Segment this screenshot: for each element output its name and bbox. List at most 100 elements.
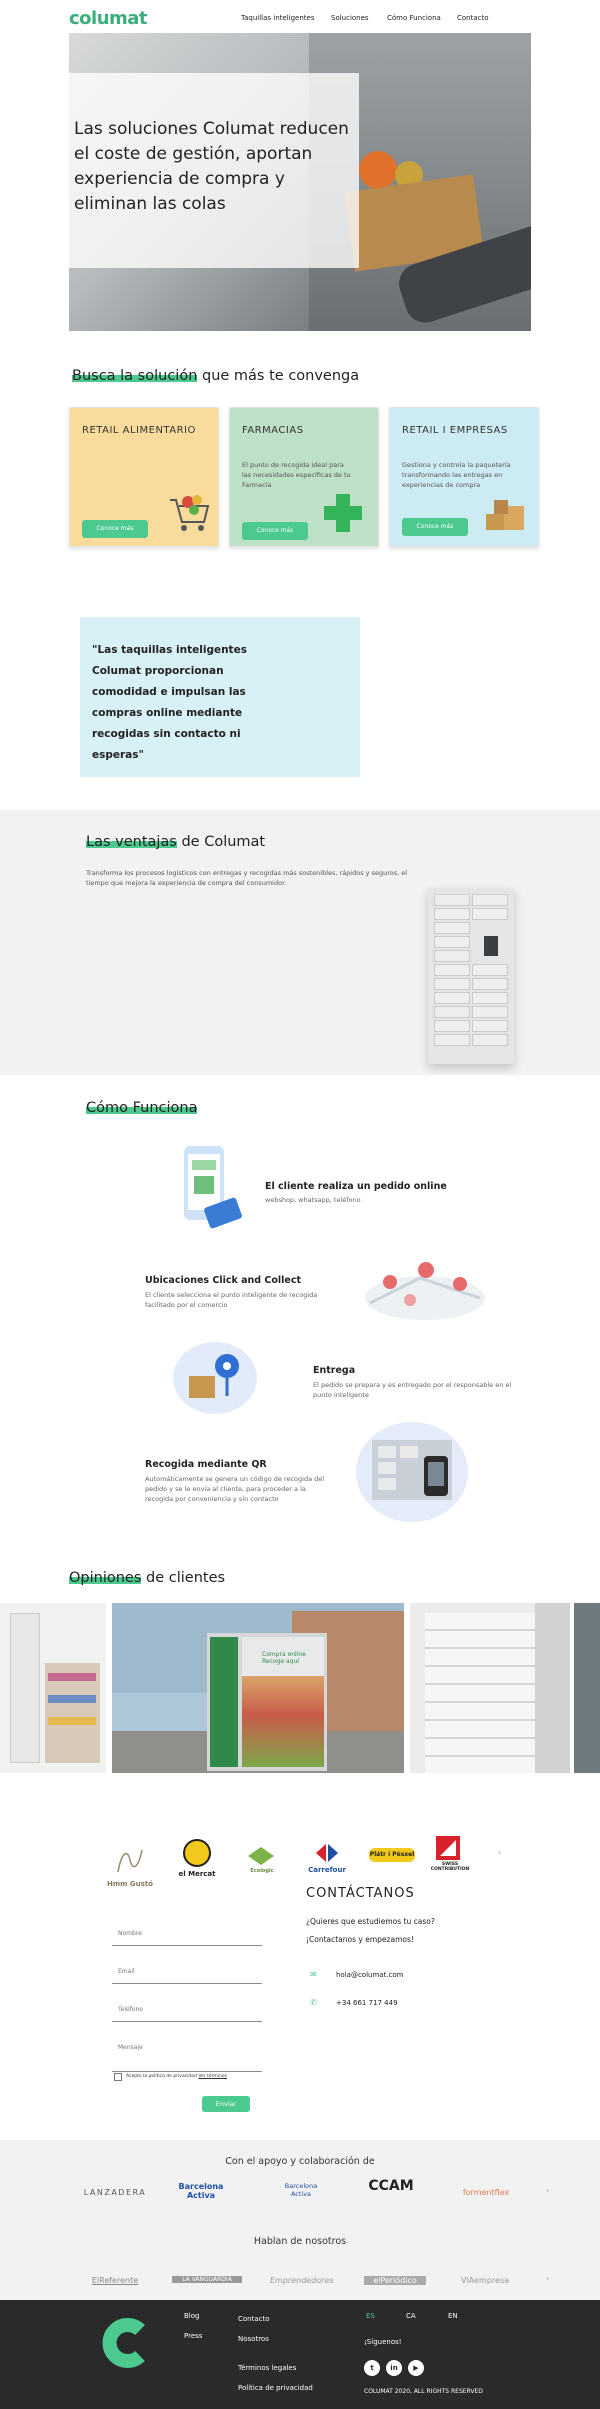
brand-carrefour-logo [316, 1844, 338, 1862]
footer-link-terminos[interactable]: Términos legales [238, 2364, 296, 2372]
twitter-icon[interactable]: t [364, 2360, 380, 2376]
support-section: Con el apoyo y colaboración de LANZADERA… [0, 2140, 600, 2300]
privacy-link[interactable]: Ver términos [198, 2074, 227, 2079]
privacy-text: Acepto la política de privacidad Ver tér… [126, 2074, 227, 2079]
locker-door [434, 964, 470, 976]
nav-contacto[interactable]: Contacto [457, 14, 489, 22]
send-button[interactable]: Enviar [202, 2096, 250, 2112]
quote-text: "Las taquillas inteligentes Columat prop… [92, 644, 247, 761]
nav-como-funciona[interactable]: Cómo Funciona [387, 14, 441, 22]
how-title-highlight: Cómo Funciona [86, 1100, 198, 1116]
locker-door [472, 908, 508, 920]
card-title: RETAIL ALIMENTARIO [82, 425, 196, 436]
card-retail-alimentario[interactable]: RETAIL ALIMENTARIO Conoce más [69, 407, 219, 547]
locker-door [472, 894, 508, 906]
lang-en[interactable]: EN [448, 2312, 458, 2320]
youtube-icon[interactable]: ▶ [408, 2360, 424, 2376]
lang-es[interactable]: ES [366, 2312, 375, 2320]
gallery-photo-pharmacy [0, 1603, 106, 1773]
card-farmacias[interactable]: FARMACIAS El punto de recogida ideal par… [229, 407, 379, 547]
follow-label: ¡Síguenos! [364, 2338, 402, 2346]
gallery-photo-partial [574, 1603, 600, 1773]
reviews-gallery[interactable]: Compra online Recoge aquí [0, 1603, 600, 1773]
card-title: FARMACIAS [242, 425, 304, 436]
pharmacy-cross-icon [324, 494, 362, 532]
footer-link-press[interactable]: Press [184, 2332, 202, 2340]
message-label: Mensaje [118, 2044, 143, 2051]
card-desc: Gestiona y controla la paquetería transf… [402, 461, 511, 489]
delivery-icon [173, 1342, 257, 1414]
support-logo: formentflex [462, 2188, 510, 2197]
step-desc: El cliente selecciona el punto inteligen… [145, 1291, 318, 1309]
step-desc: El pedido se prepara y es entregado por … [313, 1381, 512, 1399]
solutions-title: Busca la solución que más te convenga [72, 368, 359, 384]
site-header: columat Taquillas inteligentes Solucione… [0, 0, 600, 36]
press-logo: Emprendedores [270, 2276, 334, 2285]
locker-door [472, 1006, 508, 1018]
support-logo: LANZADERA [83, 2188, 147, 2197]
conoce-mas-button[interactable]: Conoce más [242, 522, 308, 540]
qr-pickup-icon [356, 1422, 468, 1522]
contact-sub-1: ¿Quieres que estudiemos tu caso? [306, 1917, 435, 1926]
message-field[interactable]: Mensaje [112, 2038, 262, 2072]
conoce-mas-button[interactable]: Conoce más [82, 520, 148, 538]
copyright: COLUMAT 2020, ALL RIGHTS RESERVED [364, 2388, 483, 2395]
press-logo: LA VANGUARDIA [172, 2276, 242, 2283]
contact-sub-2: ¡Contactanos y empezamos! [306, 1935, 414, 1944]
solutions-title-rest: que más te convenga [197, 368, 360, 384]
footer-link-blog[interactable]: Blog [184, 2312, 199, 2320]
card-desc: El punto de recogida ideal para las nece… [242, 461, 351, 489]
contact-email[interactable]: hola@columat.com [336, 1971, 404, 1979]
locker-door [434, 1034, 470, 1046]
press-logo: elPeriódico [364, 2276, 426, 2285]
press-title: Hablan de nosotros [253, 2236, 347, 2247]
footer-link-contacto[interactable]: Contacto [238, 2315, 270, 2323]
locker-door [434, 894, 470, 906]
phone-label: Teléfono [118, 2006, 143, 2013]
carousel-next-icon[interactable]: › [498, 1848, 501, 1857]
email-field[interactable]: Email [112, 1962, 262, 1984]
step-title: Ubicaciones Click and Collect [145, 1275, 302, 1286]
locker-door [434, 1020, 470, 1032]
solutions-title-highlight: Busca la solución [72, 368, 198, 384]
support-carousel-next-icon[interactable]: › [546, 2186, 549, 2195]
parcels-icon [486, 500, 524, 530]
locker-screen-text: Compra online Recoge aquí [262, 1651, 306, 1665]
nav-taquillas[interactable]: Taquillas inteligentes [241, 14, 315, 22]
press-logo: VIAempresa [460, 2276, 510, 2285]
brand-name: el Mercat [178, 1870, 216, 1878]
advantages-title-highlight: Las ventajas [86, 834, 177, 850]
brand-name: Carrefour [308, 1866, 346, 1874]
privacy-checkbox[interactable] [114, 2073, 122, 2081]
phone-field[interactable]: Teléfono [112, 2000, 262, 2022]
advantages-title-rest: de Columat [176, 834, 266, 850]
advantages-desc: Transforma los procesos logísticos con e… [86, 869, 408, 887]
locker-door [472, 1020, 508, 1032]
step-title: Recogida mediante QR [145, 1459, 267, 1470]
footer-link-nosotros[interactable]: Nosotros [238, 2335, 269, 2343]
columat-logo[interactable]: columat [69, 8, 148, 29]
step-title: El cliente realiza un pedido online [265, 1181, 447, 1192]
email-label: Email [118, 1968, 135, 1975]
brand-ecologic-logo [248, 1847, 274, 1865]
card-retail-empresas[interactable]: RETAIL I EMPRESAS Gestiona y controla la… [389, 407, 539, 547]
hero-text-panel: Las soluciones Columat reducen el coste … [69, 73, 359, 268]
conoce-mas-button[interactable]: Conoce más [402, 518, 468, 536]
reviews-title: Opiniones de clientes [69, 1570, 225, 1586]
linkedin-icon[interactable]: in [386, 2360, 402, 2376]
press-carousel-next-icon[interactable]: › [546, 2274, 549, 2283]
footer-link-privacidad[interactable]: Política de privacidad [238, 2384, 313, 2392]
gallery-photo-street-locker: Compra online Recoge aquí [112, 1603, 404, 1773]
reviews-title-rest: de clientes [141, 1570, 226, 1586]
locker-door [434, 1006, 470, 1018]
hero-fruit [359, 151, 397, 189]
step-desc: Automáticamente se genera un código de r… [145, 1475, 325, 1503]
locker-door [434, 908, 470, 920]
phone-icon: ✆ [310, 1998, 317, 2007]
name-field[interactable]: Nombre [112, 1924, 262, 1946]
nav-soluciones[interactable]: Soluciones [331, 14, 369, 22]
support-title: Con el apoyo y colaboración de [225, 2156, 375, 2167]
contact-phone[interactable]: +34 661 717 449 [336, 1999, 398, 2007]
shopping-cart-icon [170, 495, 210, 531]
lang-ca[interactable]: CA [406, 2312, 416, 2320]
